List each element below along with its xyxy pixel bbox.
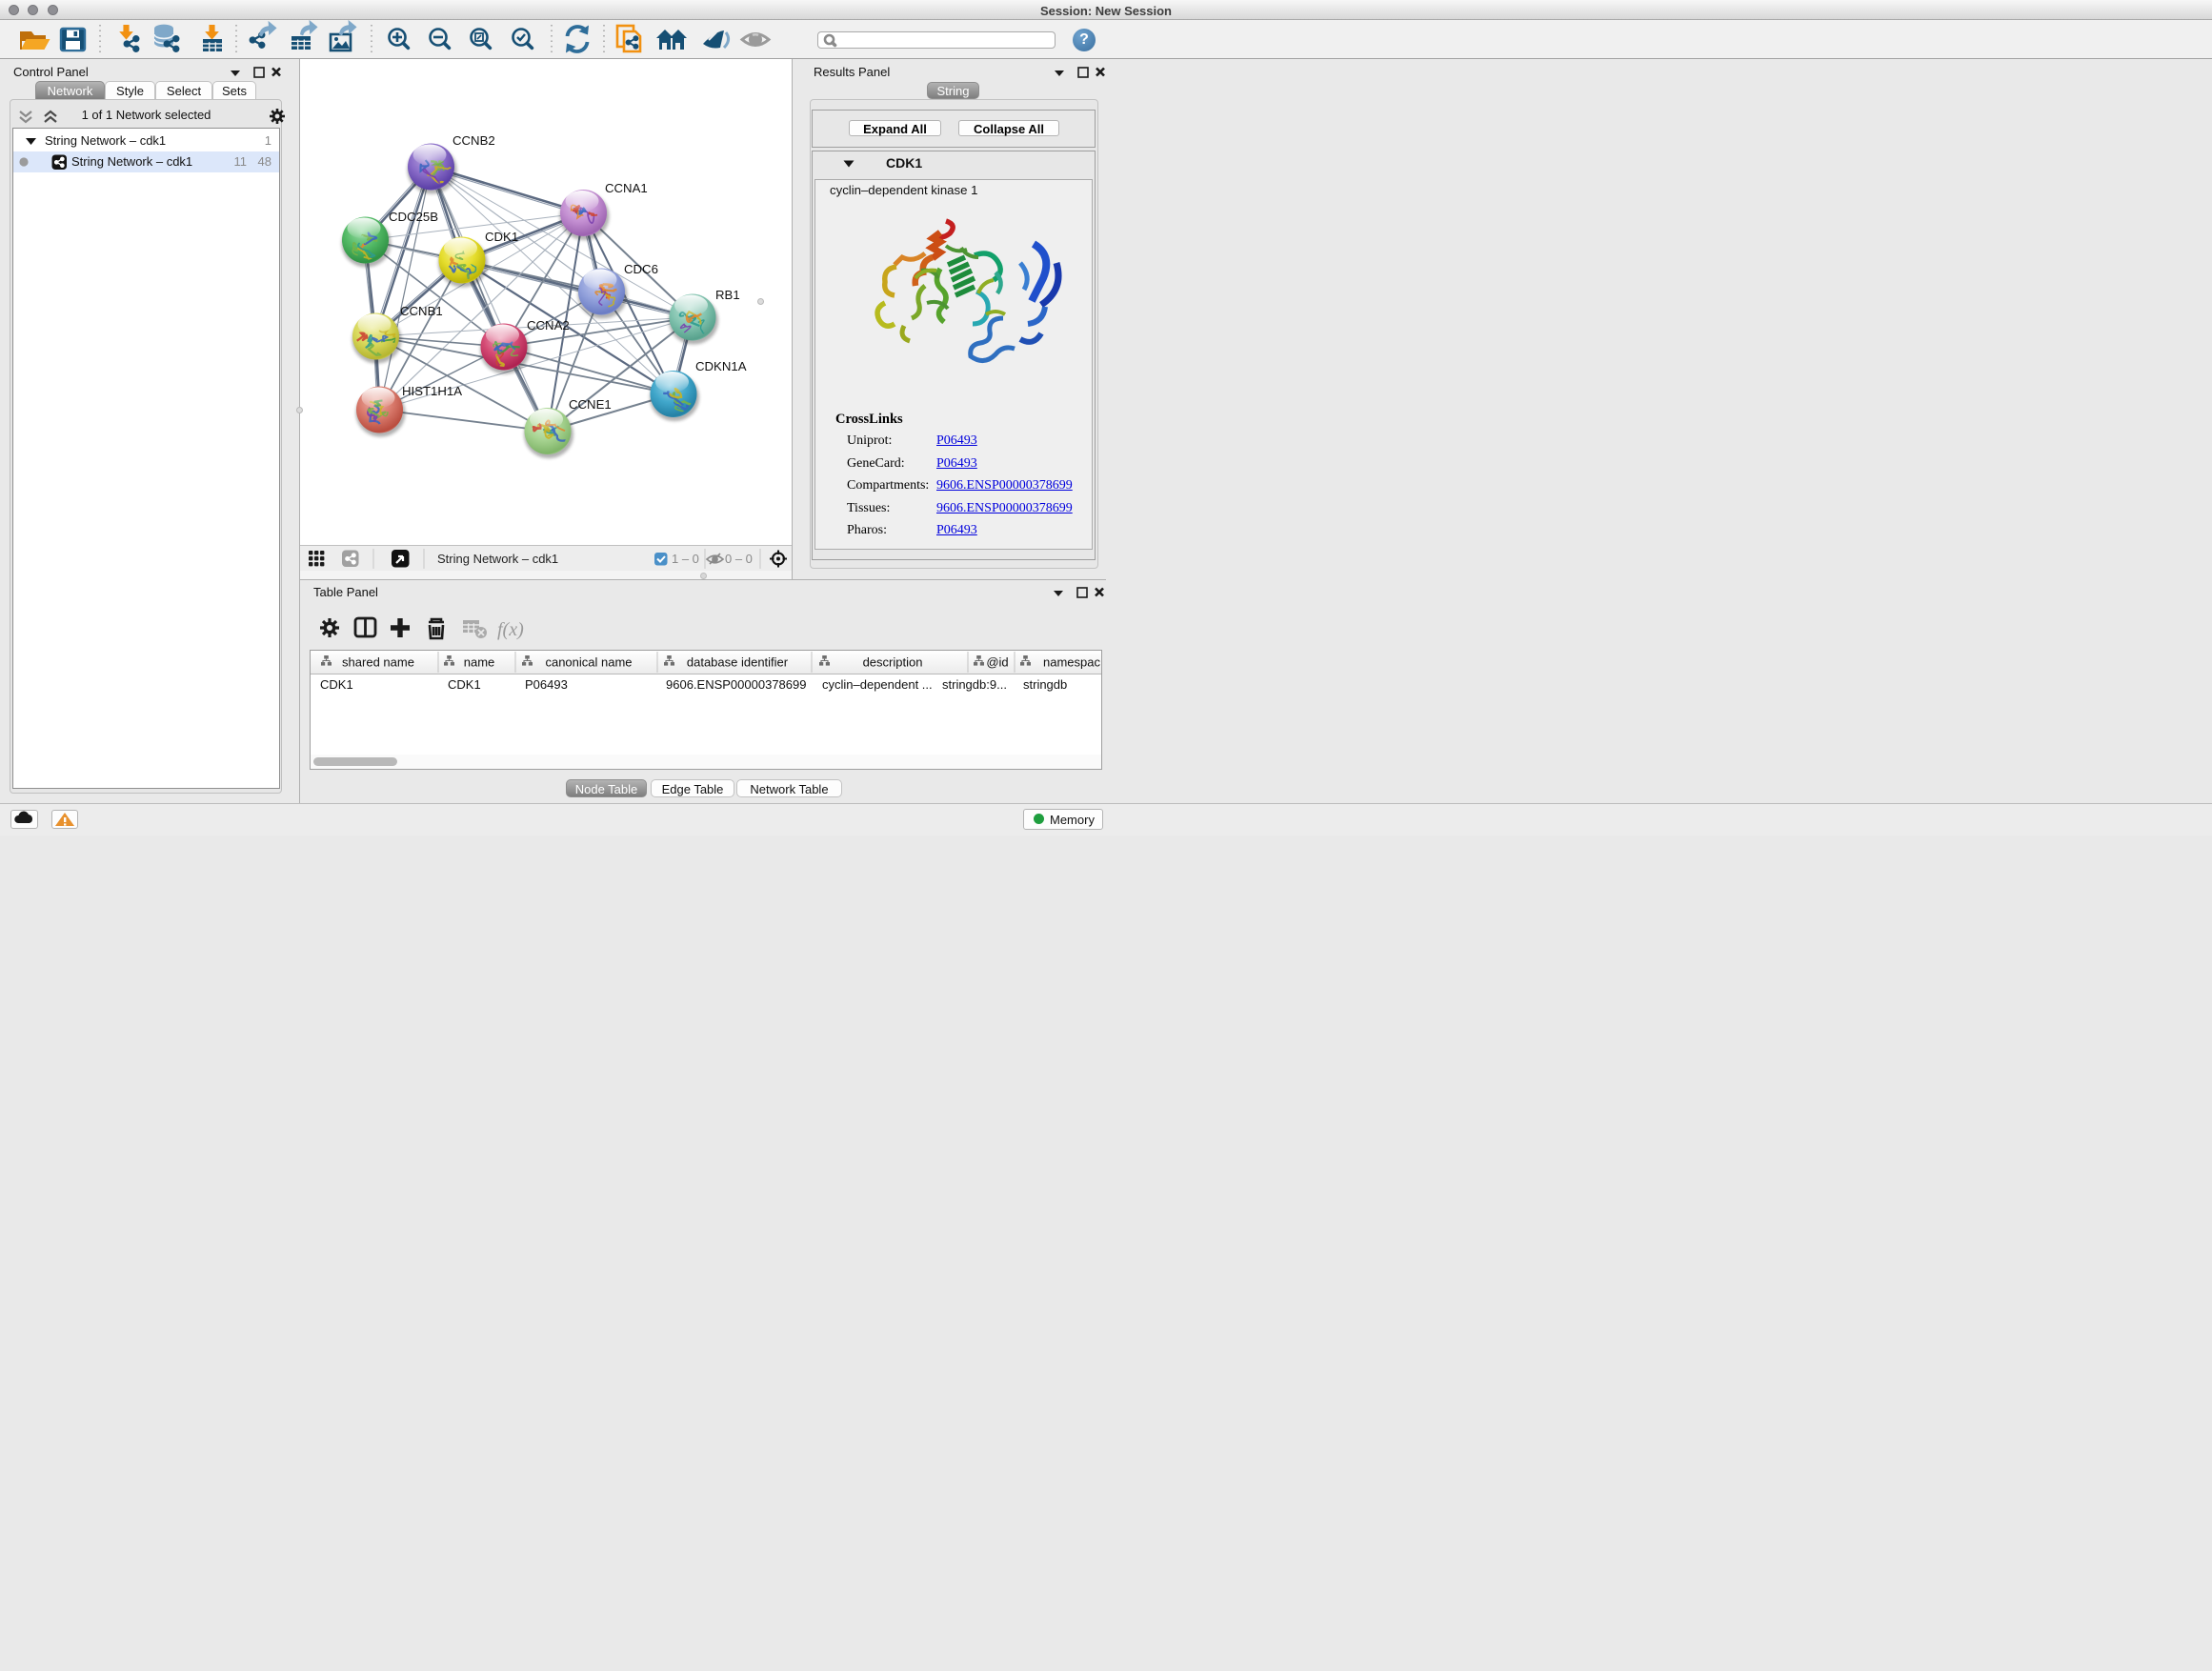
svg-text:CCNA2: CCNA2 <box>527 318 570 332</box>
svg-text:CDC6: CDC6 <box>624 262 658 276</box>
svg-text:name: name <box>464 655 495 670</box>
svg-text:CCNB1: CCNB1 <box>400 304 443 318</box>
svg-text:1 – 0: 1 – 0 <box>672 552 699 566</box>
svg-text:CCNE1: CCNE1 <box>569 397 612 412</box>
svg-text:CDK1: CDK1 <box>485 230 518 244</box>
svg-text:f(x): f(x) <box>497 619 524 640</box>
svg-text:namespac: namespac <box>1043 655 1100 670</box>
svg-text:description: description <box>863 655 923 670</box>
svg-text:database identifier: database identifier <box>687 655 789 670</box>
svg-text:0 – 0: 0 – 0 <box>725 552 753 566</box>
svg-text:shared name: shared name <box>342 655 414 670</box>
svg-text:canonical name: canonical name <box>545 655 632 670</box>
svg-text:CDKN1A: CDKN1A <box>695 359 747 373</box>
svg-text:CDC25B: CDC25B <box>389 210 438 224</box>
svg-text:RB1: RB1 <box>715 288 740 302</box>
svg-text:@id: @id <box>986 655 1008 670</box>
svg-text:HIST1H1A: HIST1H1A <box>402 384 462 398</box>
svg-text:CCNB2: CCNB2 <box>452 133 495 148</box>
svg-text:CCNA1: CCNA1 <box>605 181 648 195</box>
svg-text:String Network – cdk1: String Network – cdk1 <box>437 552 558 566</box>
